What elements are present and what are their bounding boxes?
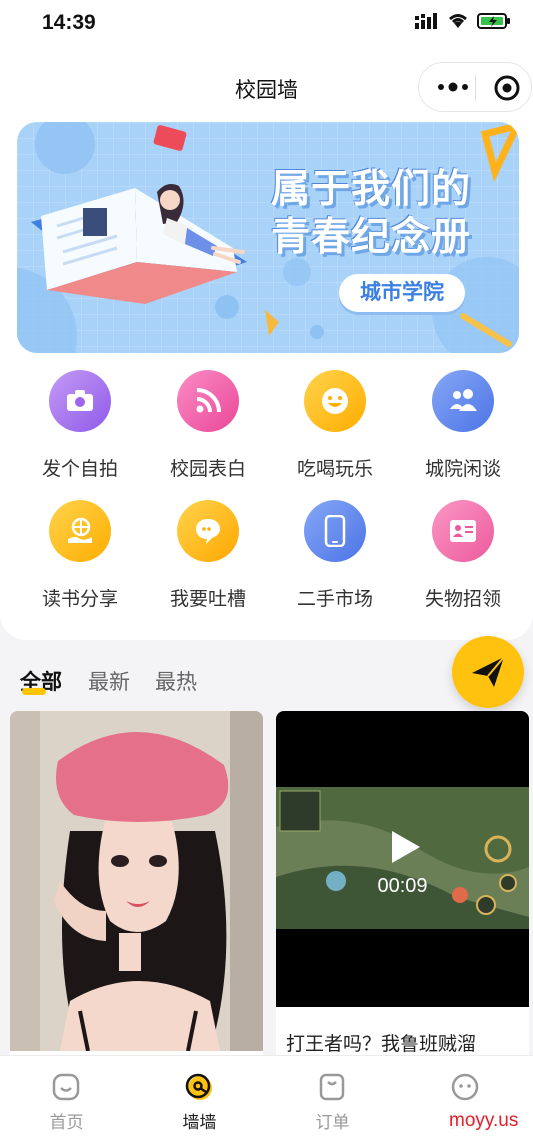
category-label: 失物招领 xyxy=(424,589,501,610)
category-label: 读书分享 xyxy=(41,589,118,610)
globe-hand-icon xyxy=(49,500,111,562)
video-duration: 00:09 xyxy=(377,875,428,897)
banner-title-line2: 青春纪念册 xyxy=(271,215,472,260)
banner[interactable]: 属于我们的 青春纪念册 城市学院 xyxy=(17,122,519,353)
category-chat[interactable]: 城院闲谈 xyxy=(398,370,528,480)
home-icon xyxy=(52,1073,80,1101)
wifi-icon xyxy=(449,14,467,28)
wall-icon xyxy=(185,1073,212,1100)
capsule-divider xyxy=(475,75,476,101)
feed-card-video[interactable]: 00:09 打王者吗？我鲁班贼溜 xyxy=(276,711,529,1061)
tabbar-orders[interactable]: 订单 xyxy=(266,1056,399,1137)
close-target-icon[interactable] xyxy=(493,74,521,102)
post-video[interactable]: 00:09 xyxy=(276,711,529,1007)
category-label: 发个自拍 xyxy=(41,459,118,480)
phone-icon xyxy=(304,500,366,562)
camera-icon xyxy=(49,370,111,432)
status-time: 14:39 xyxy=(42,11,96,34)
signal-icon xyxy=(415,13,437,29)
status-bar: 14:39 xyxy=(0,0,533,46)
banner-title-line1: 属于我们的 xyxy=(271,167,472,212)
status-icons xyxy=(415,12,511,30)
post-fab-button[interactable] xyxy=(452,636,524,708)
smile-icon xyxy=(304,370,366,432)
top-card: 属于我们的 青春纪念册 城市学院 发个自拍 校园表白 吃喝玩乐 城院闲谈 读书分… xyxy=(0,118,533,640)
tabbar-label: 首页 xyxy=(49,1113,84,1132)
category-food-fun[interactable]: 吃喝玩乐 xyxy=(270,370,400,480)
category-lost-found[interactable]: 失物招领 xyxy=(398,500,528,610)
battery-icon xyxy=(477,13,510,29)
profile-icon xyxy=(451,1073,479,1101)
rss-heart-icon xyxy=(177,370,239,432)
miniprogram-capsule xyxy=(418,62,532,112)
nav-bar: 校园墙 xyxy=(0,46,533,118)
id-card-icon xyxy=(432,500,494,562)
category-second-hand[interactable]: 二手市场 xyxy=(270,500,400,610)
banner-title: 属于我们的 青春纪念册 xyxy=(271,166,471,262)
category-label: 吃喝玩乐 xyxy=(296,459,373,480)
portrait-image xyxy=(10,711,263,1051)
post-title: 打王者吗？我鲁班贼溜 xyxy=(286,1034,477,1055)
tabbar-label: 墙墙 xyxy=(182,1113,217,1132)
people-icon xyxy=(432,370,494,432)
post-photo xyxy=(10,711,263,1051)
more-dots-icon[interactable] xyxy=(433,77,473,97)
category-label: 城院闲谈 xyxy=(424,459,501,480)
chat-bubble-icon xyxy=(177,500,239,562)
play-icon[interactable] xyxy=(386,829,422,865)
tabbar-label: 订单 xyxy=(315,1113,350,1132)
feed-card-photo[interactable] xyxy=(10,711,263,1061)
orders-icon xyxy=(319,1073,345,1101)
tab-hot[interactable]: 最热 xyxy=(155,666,197,696)
tabbar-home[interactable]: 首页 xyxy=(0,1056,133,1137)
tabbar-wall[interactable]: 墙墙 xyxy=(133,1056,266,1137)
category-complain[interactable]: 我要吐槽 xyxy=(143,500,273,610)
tab-latest[interactable]: 最新 xyxy=(88,666,130,696)
category-label: 我要吐槽 xyxy=(169,589,246,610)
banner-badge: 城市学院 xyxy=(339,274,465,312)
tab-active-indicator xyxy=(22,688,46,695)
category-books[interactable]: 读书分享 xyxy=(15,500,145,610)
category-label: 校园表白 xyxy=(169,459,246,480)
category-selfie[interactable]: 发个自拍 xyxy=(15,370,145,480)
paper-plane-icon xyxy=(472,656,505,687)
watermark: moyy.us xyxy=(446,1110,522,1132)
category-label: 二手市场 xyxy=(296,589,373,610)
category-confession[interactable]: 校园表白 xyxy=(143,370,273,480)
